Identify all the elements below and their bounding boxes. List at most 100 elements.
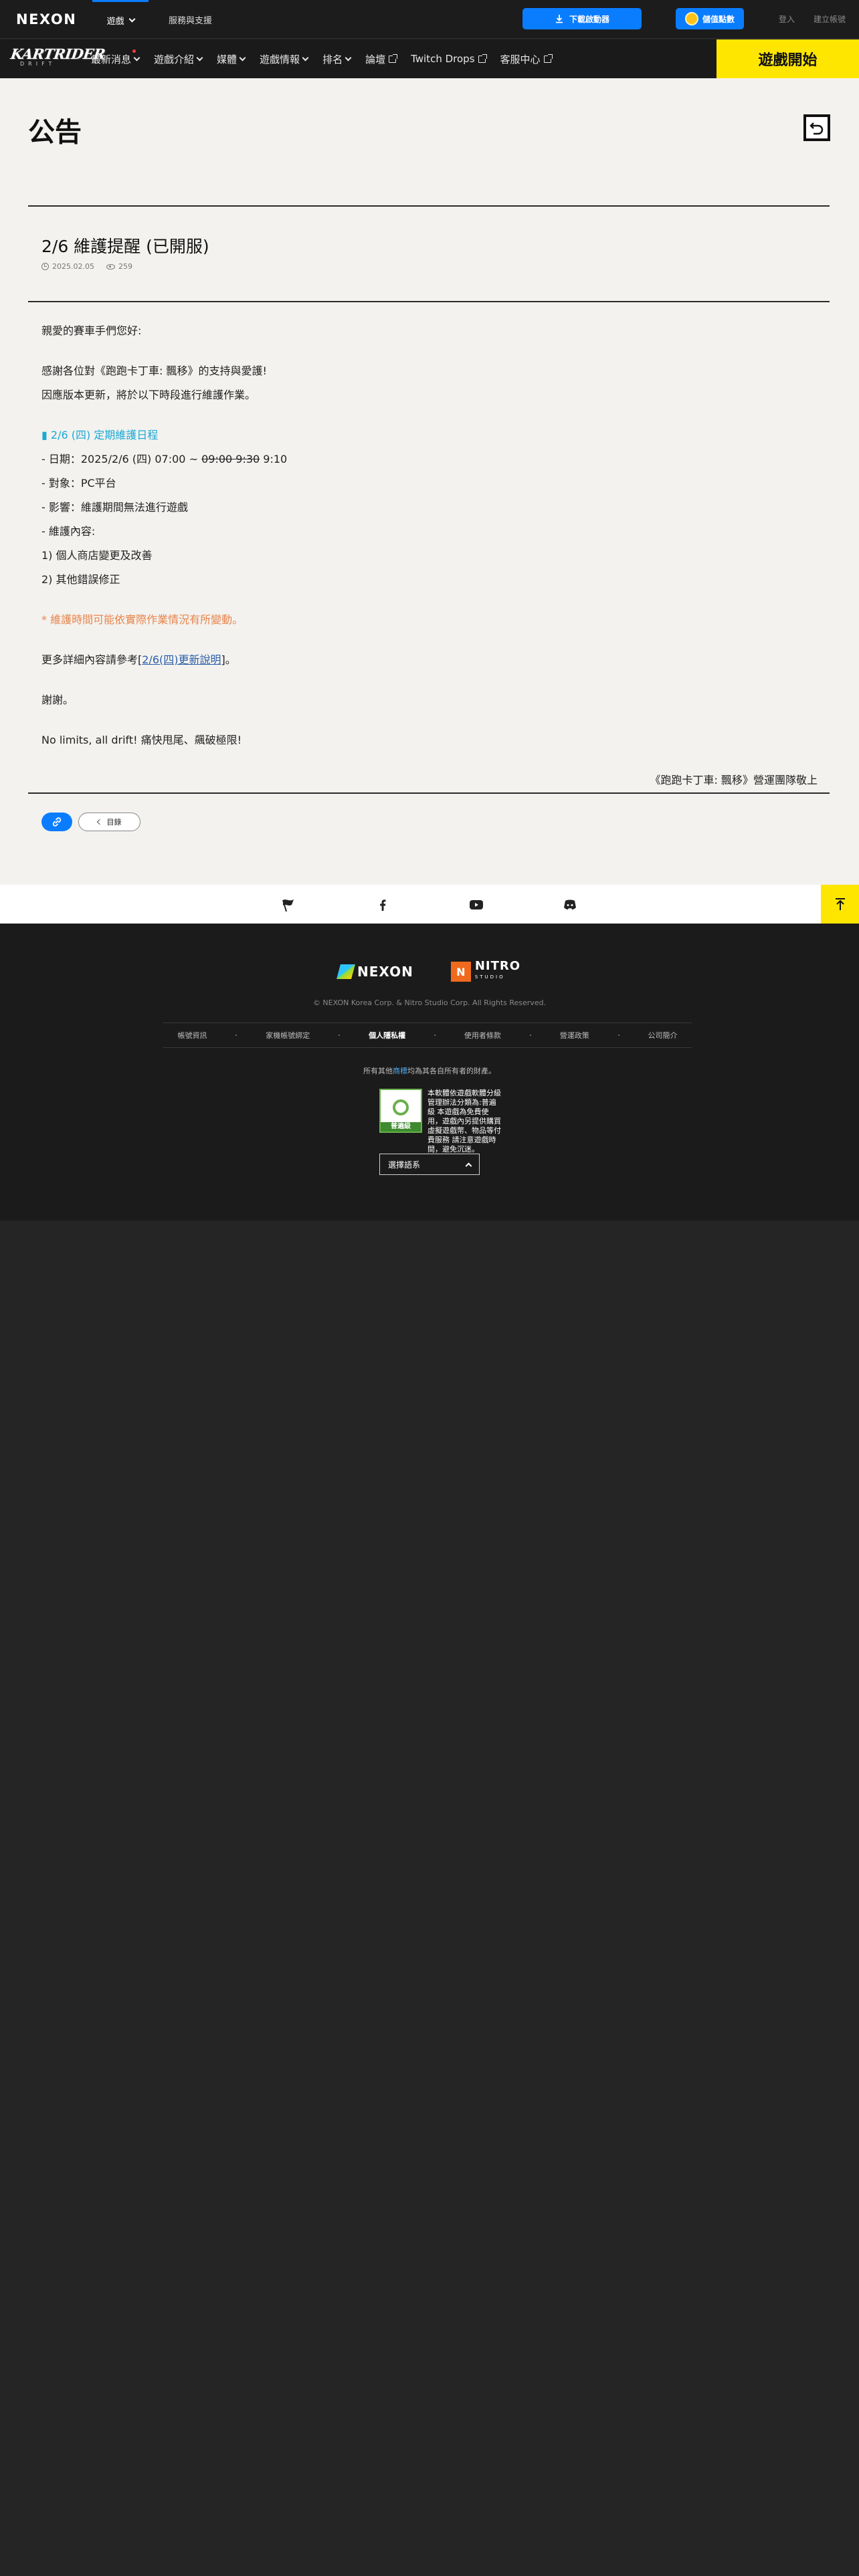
coin-icon (684, 12, 698, 25)
more-info-suffix: ]。 (221, 653, 236, 666)
target-line: - 對象：PC平台 (41, 477, 116, 490)
menu-game-info[interactable]: 遊戲情報 (260, 52, 309, 66)
youtube-icon[interactable] (468, 897, 484, 913)
divider (28, 792, 830, 794)
thank-you-text: 謝謝。 (41, 693, 74, 706)
login-link[interactable]: 登入 (779, 13, 795, 25)
facebook-icon[interactable] (375, 897, 391, 913)
more-info-prefix: 更多詳細內容請參考[ (41, 653, 142, 666)
buy-points-button[interactable]: 儲值點數 (676, 8, 744, 29)
discord-icon[interactable] (562, 897, 578, 913)
content-item-1: 1) 個人商店變更及改善 (41, 549, 153, 562)
nav-games-menu[interactable]: 遊戲 (92, 0, 149, 39)
clock-icon (41, 263, 49, 270)
footer: NEXON N NITRO STUDIO © NEXON Korea Corp. … (0, 924, 859, 1220)
date-line-struck: 09:00 9:30 (201, 453, 260, 465)
rating-ring-icon (387, 1094, 414, 1121)
footer-nitro-sub: STUDIO (474, 974, 505, 980)
signature-text: 《跑跑卡丁車: 飄移》營運團隊敬上 (650, 774, 818, 786)
return-arrow-icon (809, 122, 824, 135)
divider (28, 301, 830, 302)
menu-forum[interactable]: 論壇 (365, 52, 398, 66)
menu-ranking-label: 排名 (322, 53, 343, 66)
footer-link-operation-policy[interactable]: 營運政策 (560, 1030, 589, 1041)
buy-points-label: 儲值點數 (702, 14, 735, 24)
article-date: 2025.02.05 (41, 262, 94, 271)
date-line: - 日期：2025/2/6 (四) 07:00 ~ 09:00 9:30 9:1… (41, 447, 818, 471)
menu-media-label: 媒體 (217, 53, 237, 66)
menu-game-intro[interactable]: 遊戲介紹 (154, 52, 203, 66)
scroll-to-top-button[interactable] (821, 885, 859, 924)
maintenance-note: * 維護時間可能依實際作業情況有所變動。 (41, 613, 244, 626)
game-nav-bar: KARTRIDER DRIFT 最新消息 遊戲介紹 媒體 遊戲情報 排名 論壇 (0, 39, 859, 78)
menu-news[interactable]: 最新消息 (91, 49, 140, 66)
chevron-up-icon (465, 1162, 472, 1169)
signup-link[interactable]: 建立帳號 (814, 13, 846, 25)
schedule-heading: ▮ 2/6 (四) 定期維護日程 (41, 429, 159, 441)
nav-support-link[interactable]: 服務與支援 (169, 0, 212, 39)
external-link-icon (389, 53, 398, 63)
arrow-up-icon (835, 898, 845, 910)
nexon-mark-icon (337, 964, 355, 979)
menu-game-intro-label: 遊戲介紹 (154, 53, 195, 66)
trademark-suffix: 均為其各自所有者的財產。 (407, 1067, 496, 1075)
menu-media[interactable]: 媒體 (217, 52, 246, 66)
article-body: 親愛的賽車手們您好: 感謝各位對《跑跑卡丁車: 飄移》的支持與愛護! 因應版本更… (41, 319, 818, 792)
rating-text: 本軟體依遊戲軟體分級管理辦法分類為:普遍級 本遊戲為免費使用，遊戲內另提供購買虛… (427, 1089, 501, 1154)
menu-support-center[interactable]: 客服中心 (500, 52, 553, 66)
footer-nitro-logo[interactable]: N NITRO STUDIO (450, 959, 521, 982)
external-link-icon (543, 53, 553, 63)
link-icon (52, 817, 62, 827)
nitro-mark-icon: N (450, 962, 471, 982)
chevron-down-icon (196, 54, 203, 61)
game-start-button[interactable]: 遊戲開始 (717, 39, 859, 78)
slogan-text: No limits, all drift! 痛快甩尾、飆破極限! (41, 734, 242, 746)
content-line: - 維護內容: (41, 525, 96, 538)
copy-link-button[interactable] (41, 813, 72, 831)
article-meta: 2025.02.05 259 (41, 262, 132, 271)
article-views-value: 259 (118, 262, 132, 271)
copyright-text: © NEXON Korea Corp. & Nitro Studio Corp.… (312, 998, 547, 1007)
social-bar (0, 885, 859, 924)
notice-content: 公告 2/6 維護提醒 (已開服) 2025.02.05 259 親愛的賽車手們… (0, 78, 859, 885)
chevron-down-icon (345, 54, 352, 61)
footer-link-account-info[interactable]: 帳號資訊 (177, 1030, 207, 1041)
trademark-prefix: 所有其他 (363, 1067, 393, 1075)
nav-games-label: 遊戲 (106, 17, 124, 27)
chevron-down-icon (302, 54, 309, 61)
download-launcher-button[interactable]: 下載啟動器 (522, 8, 642, 29)
thanks-text: 感謝各位對《跑跑卡丁車: 飄移》的支持與愛護! (41, 364, 267, 377)
language-select[interactable]: 選擇語系 (379, 1154, 480, 1175)
download-icon (555, 15, 563, 23)
footer-link-privacy[interactable]: 個人隱私權 (369, 1030, 405, 1041)
game-rating: 普遍級 本軟體依遊戲軟體分級管理辦法分類為:普遍級 本遊戲為免費使用，遊戲內另提… (379, 1089, 502, 1154)
nexon-logo[interactable]: NEXON (16, 11, 76, 27)
kart-flag-icon[interactable] (280, 897, 296, 913)
external-link-icon (478, 53, 487, 63)
eye-icon (106, 263, 115, 270)
global-nav-bar: NEXON 遊戲 服務與支援 下載啟動器 儲值點數 登入 建立帳號 (0, 0, 859, 39)
new-dot-badge (132, 49, 136, 53)
chevron-down-icon (128, 15, 135, 23)
article-date-value: 2025.02.05 (52, 262, 94, 271)
game-menu: 最新消息 遊戲介紹 媒體 遊戲情報 排名 論壇 Twitch Drops 客服中… (91, 39, 566, 78)
footer-nitro-text: NITRO (474, 959, 521, 973)
language-select-label: 選擇語系 (388, 1160, 421, 1170)
menu-twitch-drops[interactable]: Twitch Drops (411, 53, 487, 65)
date-line-prefix: - 日期：2025/2/6 (四) 07:00 ~ (41, 453, 202, 465)
menu-twitch-drops-label: Twitch Drops (411, 53, 475, 65)
divider (28, 205, 830, 207)
list-button[interactable]: 目錄 (78, 813, 140, 831)
footer-link-company[interactable]: 公司簡介 (648, 1030, 678, 1041)
kartrider-drift-logo[interactable]: KARTRIDER DRIFT (9, 45, 106, 72)
update-notes-link[interactable]: 2/6(四)更新說明 (142, 653, 221, 666)
footer-link-console-binding[interactable]: 家機帳號綁定 (266, 1030, 310, 1041)
back-button[interactable] (803, 114, 830, 141)
footer-nexon-logo[interactable]: NEXON (337, 964, 413, 980)
footer-link-terms[interactable]: 使用者條款 (464, 1030, 501, 1041)
trademark-link[interactable]: 商標 (393, 1067, 407, 1075)
intro-text: 因應版本更新，將於以下時段進行維護作業。 (41, 389, 256, 401)
menu-news-label: 最新消息 (91, 53, 132, 66)
rating-badge-label: 普遍級 (381, 1122, 421, 1132)
menu-ranking[interactable]: 排名 (322, 52, 352, 66)
